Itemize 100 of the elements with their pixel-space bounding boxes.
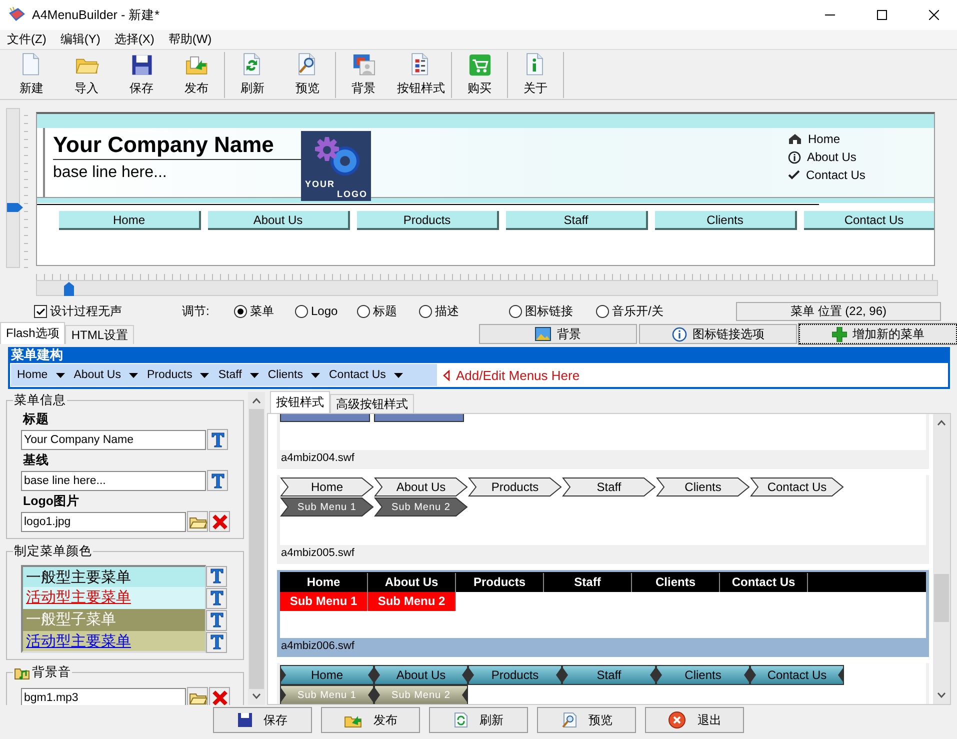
picture-icon bbox=[535, 327, 551, 341]
input-field[interactable]: Your Company Name bbox=[21, 430, 206, 450]
nav-button[interactable]: Staff bbox=[506, 211, 648, 230]
text-style-button[interactable] bbox=[206, 610, 227, 630]
radio-button[interactable] bbox=[419, 304, 432, 318]
bottom-button[interactable]: 刷新 bbox=[429, 707, 528, 733]
toolbar-button[interactable]: 导入 bbox=[59, 52, 114, 98]
radio-button[interactable] bbox=[357, 304, 370, 318]
menu-structure-item[interactable]: Products bbox=[141, 364, 212, 386]
menu-structure-item[interactable]: Clients bbox=[262, 364, 323, 386]
bottom-button[interactable]: 预览 bbox=[537, 707, 636, 733]
menu-structure-item[interactable]: Staff bbox=[212, 364, 262, 386]
header-link[interactable]: Home bbox=[808, 132, 840, 146]
text-style-button[interactable] bbox=[206, 566, 227, 586]
scroll-down-icon bbox=[937, 692, 946, 698]
dropdown-icon bbox=[200, 372, 210, 378]
bottom-button[interactable]: 发布 bbox=[321, 707, 420, 733]
radio-button[interactable] bbox=[596, 304, 609, 318]
close-icon bbox=[212, 690, 228, 705]
nav-button[interactable]: Contact Us bbox=[804, 211, 934, 230]
nav-button[interactable]: Home bbox=[59, 211, 201, 230]
dropdown-icon bbox=[394, 372, 403, 378]
browse-button[interactable] bbox=[187, 687, 208, 705]
horizontal-slider[interactable] bbox=[36, 280, 938, 296]
scroll-thumb[interactable] bbox=[249, 409, 264, 689]
menu-style-item[interactable]: Home About Us Products Staff Clients Contact Us Sub Menu 1 Sub Menu 2 bbox=[277, 663, 929, 704]
menu-structure-item[interactable]: Contact Us bbox=[323, 364, 406, 386]
radio-label: 标题 bbox=[373, 302, 397, 320]
header-link[interactable]: About Us bbox=[807, 150, 856, 164]
checkbox[interactable] bbox=[34, 304, 47, 318]
input-field[interactable]: base line here... bbox=[21, 470, 206, 490]
pointer-icon bbox=[443, 370, 450, 380]
toolbar-button[interactable]: 保存 bbox=[114, 52, 169, 98]
text-style-button[interactable] bbox=[207, 429, 228, 450]
scrollbar[interactable] bbox=[248, 392, 265, 705]
logo: YOUR LOGO bbox=[301, 131, 371, 201]
menu-color-sample[interactable]: 活动型主要菜单 bbox=[21, 587, 206, 609]
radio-button[interactable] bbox=[295, 304, 308, 318]
radio-label: 图标链接 bbox=[525, 302, 573, 320]
header-link[interactable]: Contact Us bbox=[806, 168, 866, 182]
toolbar-button[interactable]: 购买 bbox=[452, 52, 507, 98]
slider-thumb[interactable] bbox=[64, 282, 74, 296]
text-style-button[interactable] bbox=[206, 588, 227, 608]
delete-button[interactable] bbox=[209, 511, 230, 532]
radio-button[interactable] bbox=[509, 304, 522, 318]
radio-button[interactable] bbox=[234, 304, 247, 318]
menu-color-sample[interactable]: 活动型主要菜单 bbox=[21, 631, 206, 653]
dropdown-icon bbox=[56, 372, 65, 378]
delete-button[interactable] bbox=[209, 687, 230, 705]
toolbar-button[interactable]: 按钮样式 bbox=[391, 52, 451, 98]
adjust-label: 调节: bbox=[182, 302, 210, 320]
browse-button[interactable] bbox=[187, 511, 208, 532]
toolbar-button[interactable]: 刷新 bbox=[225, 52, 280, 98]
menu-item[interactable]: 文件(Z) bbox=[0, 31, 54, 48]
toolbar-button[interactable]: 预览 bbox=[280, 52, 335, 98]
file-name: a4mbiz006.swf bbox=[280, 638, 926, 654]
window-title: A4MenuBuilder - 新建* bbox=[32, 6, 160, 24]
field-label: Logo图片 bbox=[23, 493, 81, 510]
tab[interactable]: HTML设置 bbox=[65, 325, 134, 344]
menu-item-preview: Staff bbox=[562, 477, 656, 497]
exit-icon bbox=[668, 711, 686, 729]
menu-item-preview: Contact Us bbox=[750, 665, 844, 685]
toolbar-button[interactable]: 背景 bbox=[336, 52, 391, 98]
input-field[interactable]: bgm1.mp3 bbox=[21, 688, 186, 705]
tab[interactable]: 按钮样式 bbox=[270, 391, 330, 413]
toolbar-button[interactable]: 关于 bbox=[508, 52, 563, 98]
field-label: 标题 bbox=[23, 411, 50, 428]
menu-item[interactable]: 帮助(W) bbox=[161, 31, 219, 48]
nav-button[interactable]: Products bbox=[357, 211, 499, 230]
toolbar-button[interactable]: 新建 bbox=[4, 52, 59, 98]
menu-structure-item[interactable]: About Us bbox=[68, 364, 141, 386]
position-display: 菜单 位置 (22, 96) bbox=[736, 302, 941, 320]
menu-style-item[interactable]: Home About Us Products Staff Clients Contact Us Sub Menu 1 Sub Menu 2 a4mbiz005.swf bbox=[277, 475, 929, 564]
menu-item-preview: About Us bbox=[374, 665, 468, 685]
field-label: 基线 bbox=[23, 452, 50, 469]
action-button[interactable]: 背景 bbox=[479, 324, 637, 344]
menu-color-sample[interactable]: 一般型主要菜单 bbox=[21, 565, 206, 587]
bottom-button[interactable]: 保存 bbox=[213, 707, 312, 733]
menu-style-item[interactable]: Home About Us Products Staff Clients Contact Us Sub Menu 1 Sub Menu 2 a4mbiz006.swf bbox=[277, 570, 929, 657]
file-name: a4mbiz005.swf bbox=[280, 545, 926, 561]
input-field[interactable]: logo1.jpg bbox=[21, 512, 186, 532]
text-style-button[interactable] bbox=[207, 470, 228, 491]
scroll-thumb[interactable] bbox=[934, 574, 949, 622]
submenu-item-preview: Sub Menu 1 bbox=[280, 592, 368, 611]
text-style-icon bbox=[210, 472, 224, 488]
bottom-button[interactable]: 退出 bbox=[645, 707, 744, 733]
action-button[interactable]: 图标链接选项 bbox=[639, 324, 797, 344]
menu-item[interactable]: 编辑(Y) bbox=[53, 31, 108, 48]
menu-item[interactable]: 选择(X) bbox=[107, 31, 162, 48]
text-style-button[interactable] bbox=[206, 632, 227, 652]
tab[interactable]: Flash选项 bbox=[0, 322, 66, 344]
menu-style-item[interactable]: a4mbiz004.swf bbox=[277, 414, 929, 469]
menu-structure-item[interactable]: Home bbox=[11, 364, 68, 386]
nav-button[interactable]: About Us bbox=[208, 211, 350, 230]
nav-button[interactable]: Clients bbox=[655, 211, 797, 230]
action-button[interactable]: 增加新的菜单 bbox=[799, 324, 957, 344]
scrollbar[interactable] bbox=[933, 414, 950, 704]
tab[interactable]: 高级按钮样式 bbox=[330, 394, 414, 413]
close-icon bbox=[929, 10, 939, 20]
toolbar-button[interactable]: 发布 bbox=[169, 52, 224, 98]
